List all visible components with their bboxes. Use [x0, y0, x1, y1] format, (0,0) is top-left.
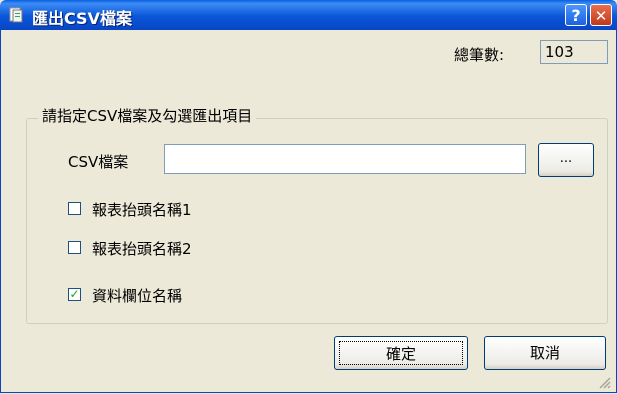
- group-legend: 請指定CSV檔案及勾選匯出項目: [38, 105, 257, 126]
- cancel-button[interactable]: 取消: [484, 336, 606, 370]
- resize-grip-icon[interactable]: [599, 377, 611, 389]
- checkbox-header-2[interactable]: [68, 241, 81, 254]
- option-header-2-label: 報表抬頭名稱2: [92, 240, 192, 258]
- checkbox-header-1[interactable]: [68, 202, 81, 215]
- app-icon: [9, 7, 23, 23]
- ok-button[interactable]: 確定: [334, 336, 468, 370]
- checkbox-field-names[interactable]: ✓: [68, 288, 81, 301]
- option-field-names-label: 資料欄位名稱: [92, 287, 183, 305]
- csv-file-input[interactable]: [164, 144, 526, 174]
- help-button[interactable]: ?: [565, 4, 587, 26]
- browse-button[interactable]: ...: [538, 143, 594, 177]
- total-count-label: 總筆數:: [454, 46, 505, 64]
- title-bar[interactable]: 匯出CSV檔案 ? ✕: [0, 0, 617, 30]
- option-header-1-label: 報表抬頭名稱1: [92, 201, 192, 219]
- ok-button-label: 確定: [339, 341, 463, 365]
- csv-file-label: CSV檔案: [68, 153, 129, 171]
- close-button[interactable]: ✕: [590, 4, 612, 26]
- total-count-field: 103: [540, 40, 608, 64]
- window-title: 匯出CSV檔案: [32, 9, 132, 28]
